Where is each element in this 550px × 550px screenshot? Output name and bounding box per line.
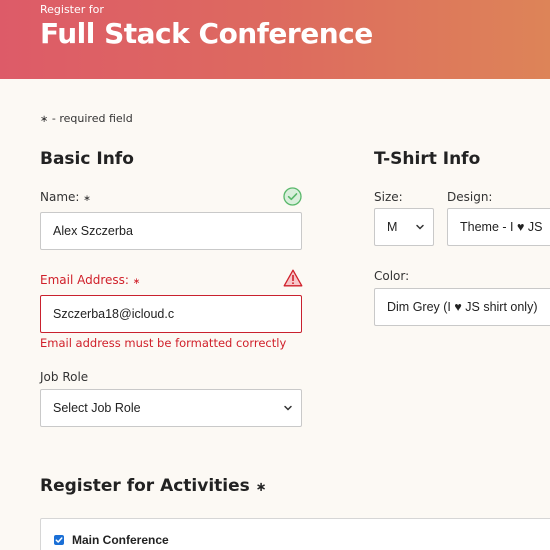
name-label: Name: ∗	[40, 190, 91, 204]
color-selected: Dim Grey (I ♥ JS shirt only)	[387, 300, 538, 314]
design-label: Design:	[447, 190, 493, 204]
email-label-text: Email Address:	[40, 273, 129, 287]
activities-title-text: Register for Activities	[40, 476, 250, 496]
activity-main-conference[interactable]: Main Conference	[54, 533, 169, 547]
activities-title: Register for Activities ∗	[40, 476, 267, 496]
name-input[interactable]: Alex Szczerba	[40, 212, 302, 250]
asterisk-icon: ∗	[83, 194, 91, 204]
activities-list: Main Conference	[40, 518, 550, 550]
required-note: ∗ - required field	[40, 112, 133, 125]
tshirt-info-title: T-Shirt Info	[374, 149, 481, 169]
name-input-value: Alex Szczerba	[53, 224, 133, 238]
color-label: Color:	[374, 269, 410, 283]
color-select[interactable]: Dim Grey (I ♥ JS shirt only)	[374, 288, 550, 326]
asterisk-icon: ∗	[132, 277, 141, 287]
chevron-down-icon	[416, 224, 424, 230]
design-select[interactable]: Theme - I ♥ JS	[447, 208, 550, 246]
header-subtitle: Register for	[40, 3, 104, 16]
size-select[interactable]: M	[374, 208, 434, 246]
job-role-selected: Select Job Role	[53, 401, 141, 415]
required-note-text: - required field	[51, 112, 133, 125]
basic-info-title: Basic Info	[40, 149, 134, 169]
job-role-select[interactable]: Select Job Role	[40, 389, 302, 427]
size-selected: M	[387, 220, 398, 234]
chevron-down-icon	[284, 405, 292, 411]
activity-label: Main Conference	[72, 533, 169, 547]
name-label-text: Name:	[40, 190, 80, 204]
checkbox-checked-icon[interactable]	[54, 535, 64, 545]
size-label: Size:	[374, 190, 403, 204]
page-title: Full Stack Conference	[40, 17, 373, 50]
warning-triangle-icon	[283, 269, 303, 287]
email-label: Email Address: ∗	[40, 273, 140, 287]
asterisk-icon: ∗	[255, 480, 267, 495]
job-role-label: Job Role	[40, 370, 89, 384]
email-input[interactable]: Szczerba18@icloud.c	[40, 295, 302, 333]
design-selected: Theme - I ♥ JS	[460, 220, 543, 234]
asterisk-icon: ∗	[40, 114, 49, 125]
email-error-message: Email address must be formatted correctl…	[40, 336, 287, 350]
page-header: Register for Full Stack Conference	[0, 0, 550, 79]
check-circle-icon	[283, 187, 302, 206]
email-input-value: Szczerba18@icloud.c	[53, 307, 175, 321]
